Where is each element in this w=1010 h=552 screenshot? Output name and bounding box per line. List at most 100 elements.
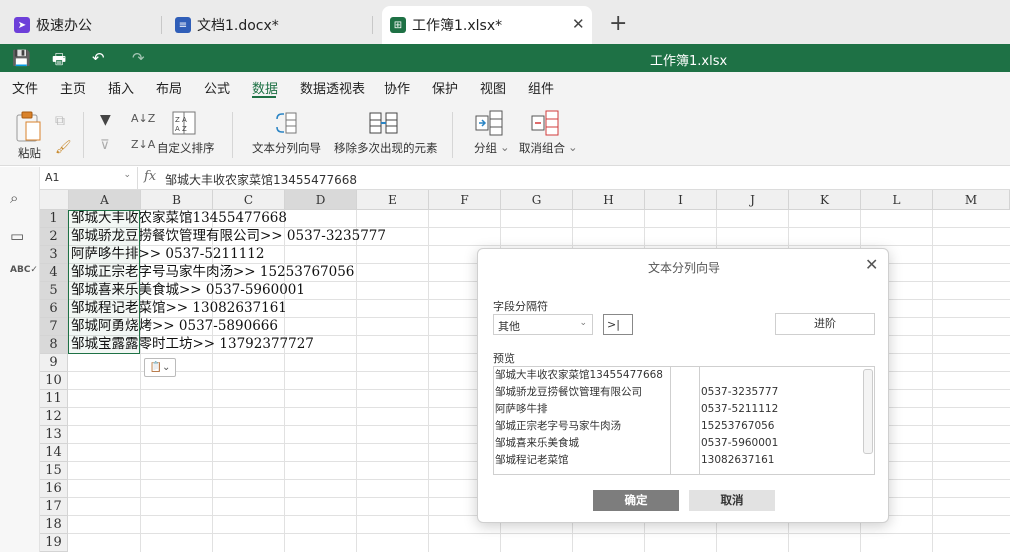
clear-filter-icon[interactable]: ⊽ bbox=[100, 138, 110, 153]
column-header[interactable]: B bbox=[141, 190, 213, 210]
row-header[interactable]: 1 bbox=[40, 210, 68, 228]
menu-insert[interactable]: 插入 bbox=[108, 78, 134, 97]
row-header[interactable]: 12 bbox=[40, 408, 68, 426]
delimiter-label: 字段分隔符 bbox=[493, 300, 548, 313]
column-header[interactable]: F bbox=[429, 190, 501, 210]
row-header[interactable]: 14 bbox=[40, 444, 68, 462]
column-header[interactable]: K bbox=[789, 190, 861, 210]
menu-components[interactable]: 组件 bbox=[528, 78, 554, 97]
title-bar: 💾 🖶 ↶ ↷ 工作簿1.xlsx bbox=[0, 44, 1010, 72]
tab-workbook[interactable]: ⊞ 工作簿1.xlsx* ✕ bbox=[382, 6, 592, 44]
format-painter-icon[interactable]: 🖌 bbox=[55, 140, 72, 155]
sheet-doc-icon: ⊞ bbox=[390, 17, 406, 33]
menu-protect[interactable]: 保护 bbox=[432, 78, 458, 97]
advanced-button[interactable]: 进阶 bbox=[775, 313, 875, 335]
text-to-columns-icon[interactable] bbox=[274, 111, 298, 135]
menu-collab[interactable]: 协作 bbox=[384, 78, 410, 97]
row-header[interactable]: 18 bbox=[40, 516, 68, 534]
menu-pivot[interactable]: 数据透视表 bbox=[300, 78, 365, 97]
copy-icon[interactable]: ⧉ bbox=[55, 113, 65, 129]
row-header[interactable]: 2 bbox=[40, 228, 68, 246]
custom-sort-label[interactable]: 自定义排序 bbox=[157, 140, 215, 156]
row-header[interactable]: 9 bbox=[40, 354, 68, 372]
new-tab-icon[interactable]: + bbox=[609, 11, 627, 36]
close-tab-icon[interactable]: ✕ bbox=[572, 15, 585, 33]
column-header[interactable]: A bbox=[69, 190, 141, 210]
column-header[interactable]: M bbox=[933, 190, 1010, 210]
undo-icon[interactable]: ↶ bbox=[92, 49, 105, 67]
paste-icon[interactable] bbox=[14, 110, 44, 144]
delimiter-type-value: 其他 bbox=[498, 320, 520, 333]
text-to-columns-dialog: 文本分列向导 ✕ 字段分隔符 其他 ⌄ >| 进阶 预览 邹城大丰收农家菜馆13… bbox=[477, 248, 889, 523]
chevron-down-icon[interactable]: ⌄ bbox=[500, 140, 510, 154]
row-header[interactable]: 4 bbox=[40, 264, 68, 282]
row-header[interactable]: 7 bbox=[40, 318, 68, 336]
text-to-columns-label[interactable]: 文本分列向导 bbox=[252, 140, 321, 156]
row-header[interactable]: 3 bbox=[40, 246, 68, 264]
row-header[interactable]: 13 bbox=[40, 426, 68, 444]
delimiter-type-select[interactable]: 其他 ⌄ bbox=[493, 314, 593, 335]
ribbon-divider bbox=[83, 112, 84, 158]
menu-formula[interactable]: 公式 bbox=[204, 78, 230, 97]
custom-sort-icon[interactable]: Z A A Z bbox=[172, 111, 196, 135]
preview-cell: 邹城骄龙豆捞餐饮管理有限公司 bbox=[495, 386, 642, 398]
row-header[interactable]: 5 bbox=[40, 282, 68, 300]
column-header[interactable]: J bbox=[717, 190, 789, 210]
remove-duplicates-icon[interactable] bbox=[369, 111, 399, 135]
row-header[interactable]: 8 bbox=[40, 336, 68, 354]
spellcheck-icon[interactable]: ABC✓ bbox=[10, 265, 38, 275]
group-label[interactable]: 分组 bbox=[474, 140, 497, 156]
search-icon[interactable]: ⌕ bbox=[10, 189, 18, 207]
row-header[interactable]: 6 bbox=[40, 300, 68, 318]
formula-input[interactable]: 邹城大丰收农家菜馆13455477668 bbox=[165, 171, 357, 188]
column-header[interactable]: I bbox=[645, 190, 717, 210]
column-header[interactable]: C bbox=[213, 190, 285, 210]
column-header[interactable]: H bbox=[573, 190, 645, 210]
chevron-down-icon[interactable]: ⌄ bbox=[123, 170, 131, 180]
redo-icon[interactable]: ↷ bbox=[132, 49, 145, 67]
row-header[interactable]: 11 bbox=[40, 390, 68, 408]
formula-bar: A1 ⌄ fx 邹城大丰收农家菜馆13455477668 bbox=[40, 167, 1010, 190]
row-header[interactable]: 17 bbox=[40, 498, 68, 516]
column-header[interactable]: L bbox=[861, 190, 933, 210]
menu-file[interactable]: 文件 bbox=[12, 78, 38, 97]
comment-icon[interactable]: ▭ bbox=[10, 227, 24, 245]
filter-icon[interactable]: ▼ bbox=[100, 112, 111, 128]
close-icon[interactable]: ✕ bbox=[865, 255, 878, 274]
row-header[interactable]: 15 bbox=[40, 462, 68, 480]
ungroup-label[interactable]: 取消组合 bbox=[519, 140, 565, 156]
delimiter-value: > bbox=[607, 318, 617, 331]
row-header[interactable]: 16 bbox=[40, 480, 68, 498]
column-header[interactable]: G bbox=[501, 190, 573, 210]
column-header[interactable]: D bbox=[285, 190, 357, 210]
row-header[interactable]: 19 bbox=[40, 534, 68, 552]
fx-icon[interactable]: fx bbox=[144, 169, 156, 184]
paste-options-button[interactable]: 📋⌄ bbox=[144, 358, 176, 377]
ungroup-icon[interactable] bbox=[531, 110, 559, 136]
group-icon[interactable] bbox=[475, 110, 503, 136]
name-box[interactable]: A1 ⌄ bbox=[40, 167, 138, 189]
tab-document[interactable]: ≡ 文档1.docx* bbox=[175, 6, 279, 44]
preview-scrollbar[interactable] bbox=[863, 369, 873, 454]
sort-desc-icon[interactable]: Z↓A bbox=[131, 138, 155, 151]
tab-home[interactable]: ➤ 极速办公 bbox=[14, 6, 92, 44]
save-icon[interactable]: 💾 bbox=[12, 49, 31, 67]
side-rail: ⌕ ▭ ABC✓ bbox=[0, 167, 40, 552]
menu-home[interactable]: 主页 bbox=[60, 78, 86, 97]
preview-column-divider bbox=[699, 367, 700, 474]
row-header[interactable]: 10 bbox=[40, 372, 68, 390]
preview-table[interactable]: 邹城大丰收农家菜馆13455477668 邹城骄龙豆捞餐饮管理有限公司 0537… bbox=[493, 366, 875, 475]
cancel-button[interactable]: 取消 bbox=[689, 490, 775, 511]
menu-view[interactable]: 视图 bbox=[480, 78, 506, 97]
menu-data[interactable]: 数据 bbox=[252, 78, 278, 97]
preview-cell: 0537-3235777 bbox=[701, 386, 779, 398]
select-all-corner[interactable] bbox=[40, 190, 69, 210]
chevron-down-icon[interactable]: ⌄ bbox=[568, 140, 578, 154]
ok-button[interactable]: 确定 bbox=[593, 490, 679, 511]
delimiter-input[interactable]: >| bbox=[603, 314, 633, 335]
remove-duplicates-label[interactable]: 移除多次出现的元素 bbox=[334, 140, 438, 156]
menu-layout[interactable]: 布局 bbox=[156, 78, 182, 97]
print-icon[interactable]: 🖶 bbox=[52, 49, 66, 74]
column-header[interactable]: E bbox=[357, 190, 429, 210]
sort-asc-icon[interactable]: A↓Z bbox=[131, 112, 155, 125]
